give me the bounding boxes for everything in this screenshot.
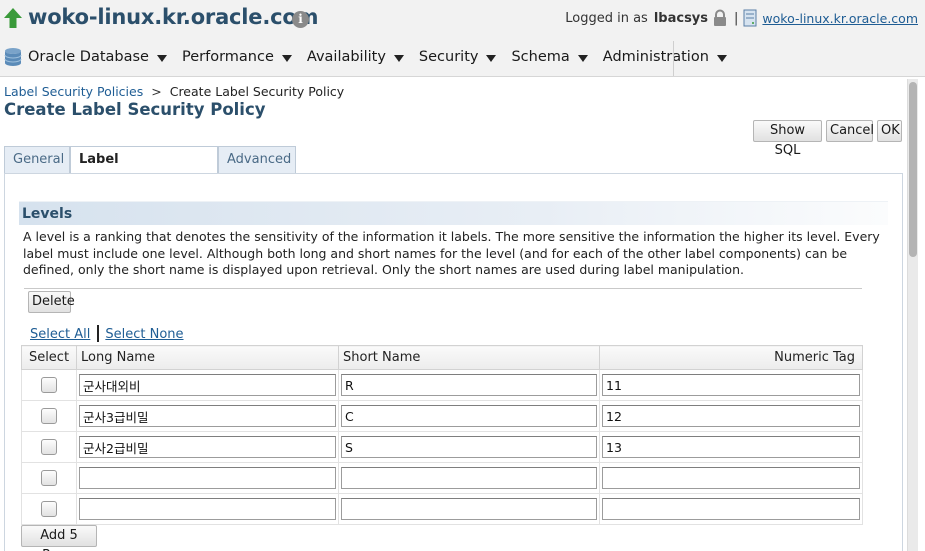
select-links: Select All Select None [30, 325, 184, 342]
toolbar-divider [24, 288, 862, 289]
chevron-down-icon [156, 55, 167, 62]
chevron-down-icon [577, 55, 588, 62]
menu-performance[interactable]: Performance [182, 49, 292, 65]
breadcrumb-separator: > [151, 84, 162, 99]
numeric-tag-input[interactable] [602, 405, 860, 427]
username: lbacsys [653, 10, 709, 26]
select-none-link[interactable]: Select None [105, 327, 183, 342]
database-icon [4, 47, 22, 66]
menu-label: Administration [602, 48, 709, 65]
menu-label: Schema [511, 48, 570, 65]
long-name-input[interactable] [79, 405, 336, 427]
table-header-row: Select Long Name Short Name Numeric Tag [21, 345, 863, 370]
server-icon [743, 9, 757, 27]
short-name-input[interactable] [341, 436, 597, 458]
tab-advanced[interactable]: Advanced [218, 146, 296, 173]
short-name-input[interactable] [341, 498, 597, 520]
levels-title: Levels [22, 206, 73, 222]
breadcrumb-parent-link[interactable]: Label Security Policies [4, 84, 143, 99]
chevron-down-icon [486, 55, 497, 62]
breadcrumb: Label Security Policies > Create Label Sec… [4, 84, 344, 99]
menu-label: Security [418, 48, 479, 65]
show-sql-button[interactable]: Show SQL [753, 120, 822, 158]
main-menu-bar: Oracle Database Performance Availability… [0, 37, 925, 77]
logged-in-label: Logged in as [565, 10, 648, 26]
long-name-input[interactable] [79, 467, 336, 489]
menu-administration[interactable]: Administration [603, 49, 727, 65]
login-area: Logged in as lbacsys | woko-linux.kr.ora… [565, 9, 918, 27]
menu-security[interactable]: Security [419, 49, 497, 65]
table-row [21, 493, 863, 525]
numeric-tag-input[interactable] [602, 467, 860, 489]
levels-description: A level is a ranking that denotes the se… [23, 229, 880, 277]
numeric-tag-input[interactable] [602, 498, 860, 520]
tab-general[interactable]: General [4, 146, 70, 173]
up-arrow-icon[interactable] [4, 8, 22, 28]
lock-icon [714, 9, 727, 26]
column-header-short-name[interactable]: Short Name [338, 345, 600, 370]
numeric-tag-input[interactable] [602, 374, 860, 396]
top-header: woko-linux.kr.oracle.com i Logged in as … [0, 0, 925, 37]
table-row [21, 462, 863, 494]
table-row [21, 431, 863, 463]
page-scrollbar[interactable] [907, 79, 918, 551]
select-all-link[interactable]: Select All [30, 327, 90, 342]
menu-schema[interactable]: Schema [511, 48, 588, 65]
tab-label-components[interactable]: Label Components [70, 146, 218, 192]
chevron-down-icon [393, 55, 404, 62]
menu-label: Oracle Database [28, 48, 149, 65]
column-header-numeric-tag[interactable]: Numeric Tag [599, 345, 863, 370]
cancel-button[interactable]: Cancel [826, 120, 874, 142]
long-name-input[interactable] [79, 374, 336, 396]
menu-oracle-database[interactable]: Oracle Database [4, 47, 167, 67]
menu-divider [673, 41, 674, 76]
short-name-input[interactable] [341, 405, 597, 427]
select-links-separator [97, 325, 100, 342]
scrollbar-thumb[interactable] [909, 82, 917, 257]
chevron-down-icon [716, 55, 727, 62]
row-select-checkbox[interactable] [41, 439, 57, 456]
short-name-input[interactable] [341, 374, 597, 396]
host-link[interactable]: woko-linux.kr.oracle.com [762, 11, 918, 26]
chevron-down-icon [281, 55, 292, 62]
row-select-checkbox[interactable] [41, 470, 57, 487]
delete-button[interactable]: Delete [28, 291, 75, 313]
levels-section-header: Levels [19, 201, 888, 225]
table-row [21, 400, 863, 432]
column-header-long-name[interactable]: Long Name [76, 345, 339, 370]
menu-label: Availability [306, 48, 386, 65]
ok-button[interactable]: OK [877, 120, 902, 142]
header-separator: | [734, 10, 739, 26]
host-title[interactable]: woko-linux.kr.oracle.com [28, 5, 318, 29]
info-icon[interactable]: i [292, 11, 309, 28]
column-header-select[interactable]: Select [21, 345, 77, 370]
levels-table: Select Long Name Short Name Numeric Tag [21, 345, 863, 525]
long-name-input[interactable] [79, 436, 336, 458]
short-name-input[interactable] [341, 467, 597, 489]
row-select-checkbox[interactable] [41, 408, 57, 425]
menu-availability[interactable]: Availability [307, 49, 404, 65]
menu-label: Performance [181, 48, 274, 65]
row-select-checkbox[interactable] [41, 377, 57, 394]
long-name-input[interactable] [79, 498, 336, 520]
numeric-tag-input[interactable] [602, 436, 860, 458]
table-row [21, 369, 863, 401]
add-5-rows-button[interactable]: Add 5 Rows [21, 525, 97, 551]
breadcrumb-current: Create Label Security Policy [169, 84, 345, 99]
page-title: Create Label Security Policy [4, 100, 266, 119]
row-select-checkbox[interactable] [41, 501, 57, 518]
